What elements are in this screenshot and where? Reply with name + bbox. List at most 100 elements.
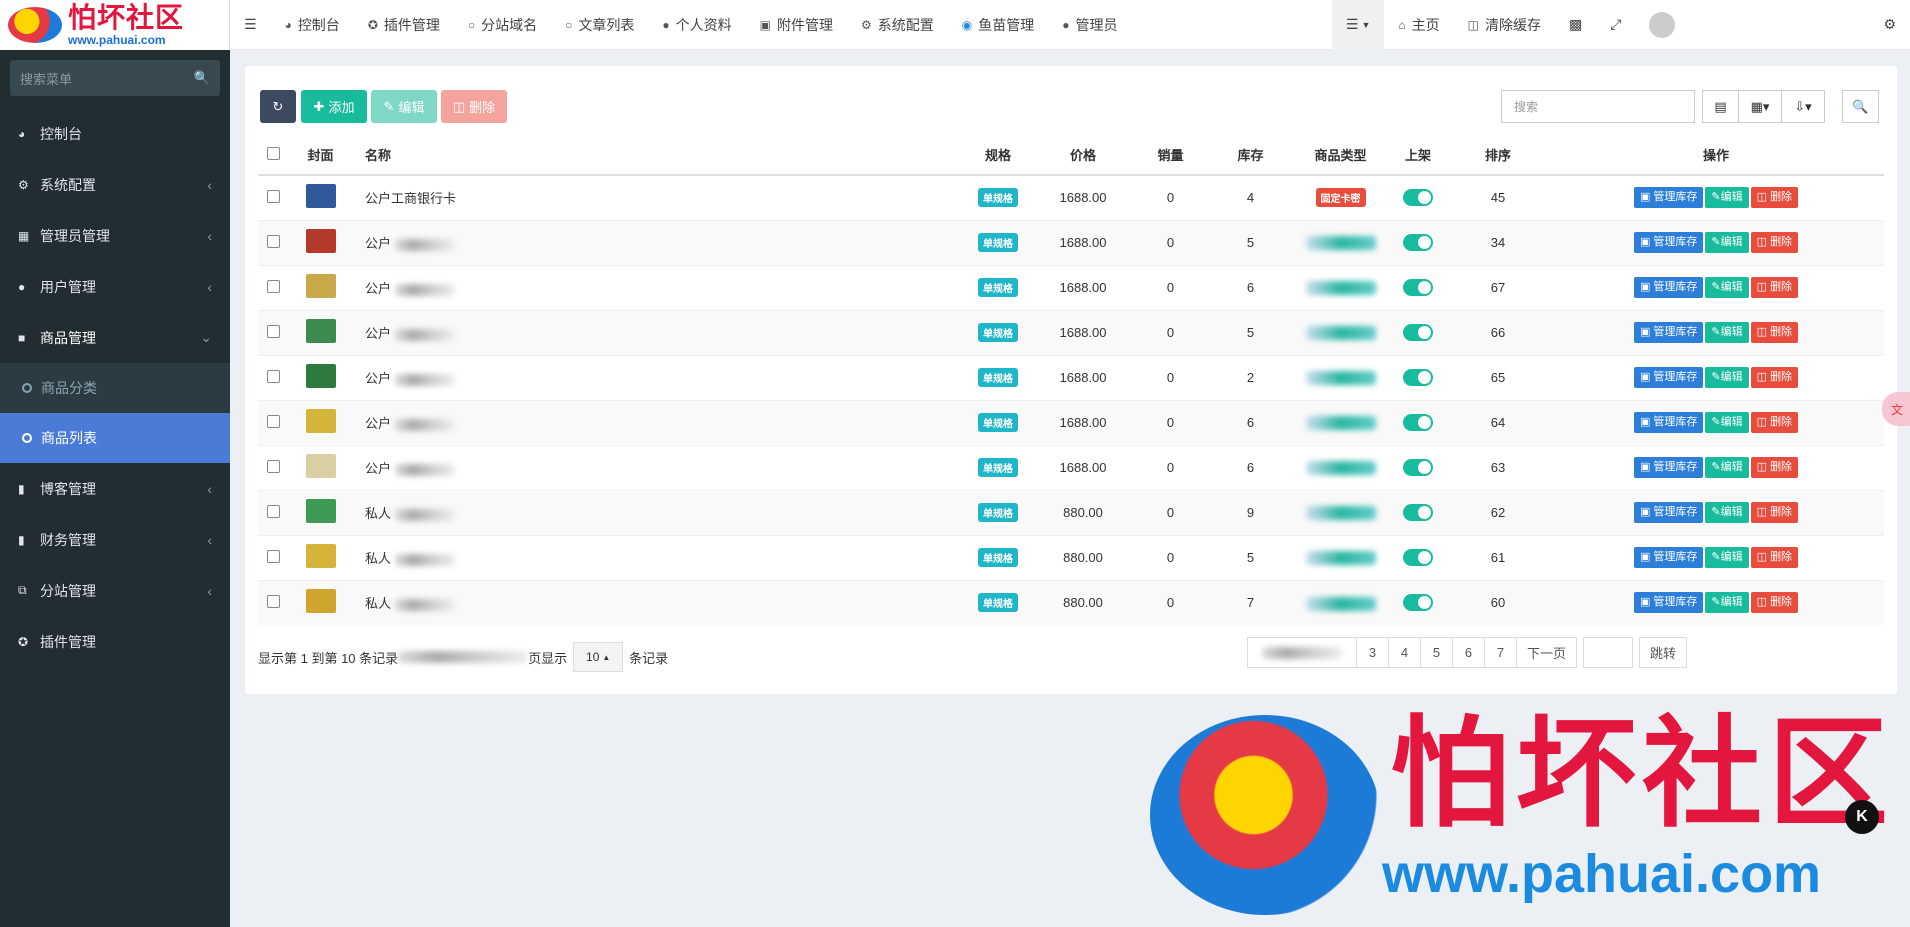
manage-stock-button[interactable]: ▣ 管理库存 <box>1633 367 1704 388</box>
row-edit-button[interactable]: ✎编辑 <box>1705 232 1749 253</box>
table-row[interactable]: 私人 单规格 880.00 0 5 61 ▣ 管理库存 ✎编辑 ◫ 删除 <box>258 534 1884 580</box>
shelf-toggle[interactable] <box>1403 549 1433 567</box>
row-delete-button[interactable]: ◫ 删除 <box>1750 367 1799 388</box>
table-row[interactable]: 公户 单规格 1688.00 0 5 34 ▣ 管理库存 ✎编辑 ◫ 删除 <box>258 219 1884 265</box>
row-checkbox[interactable] <box>266 189 280 203</box>
row-edit-button[interactable]: ✎编辑 <box>1705 277 1749 298</box>
shelf-toggle[interactable] <box>1403 459 1433 477</box>
columns-button[interactable]: ▦▾ <box>1738 90 1782 123</box>
nav-clear-cache[interactable]: ◫ 清除缓存 <box>1454 0 1555 50</box>
nav-fish[interactable]: ◉ 鱼苗管理 <box>948 0 1048 50</box>
manage-stock-button[interactable]: ▣ 管理库存 <box>1633 322 1704 343</box>
row-edit-button[interactable]: ✎编辑 <box>1705 322 1749 343</box>
nav-fullscreen[interactable]: ⤢ <box>1596 0 1635 50</box>
table-row[interactable]: 公户工商银行卡 单规格 1688.00 0 4 固定卡密 45 ▣ 管理库存 ✎编… <box>258 174 1884 220</box>
nav-home[interactable]: ⌂ 主页 <box>1384 0 1453 50</box>
sidebar-item-admin[interactable]: ▦ 管理员管理 ‹ <box>0 210 230 261</box>
row-edit-button[interactable]: ✎编辑 <box>1705 187 1749 209</box>
toggle-view-button[interactable]: ▤ <box>1702 90 1739 123</box>
manage-stock-button[interactable]: ▣ 管理库存 <box>1633 592 1704 614</box>
table-row[interactable]: 公户 单规格 1688.00 0 6 67 ▣ 管理库存 ✎编辑 ◫ 删除 <box>258 264 1884 310</box>
table-row[interactable]: 公户 单规格 1688.00 0 5 66 ▣ 管理库存 ✎编辑 ◫ 删除 <box>258 309 1884 355</box>
shelf-toggle[interactable] <box>1403 279 1433 297</box>
row-checkbox[interactable] <box>266 279 280 293</box>
cover-thumbnail[interactable] <box>305 499 336 523</box>
cover-thumbnail[interactable] <box>305 454 336 478</box>
nav-profile[interactable]: ● 个人资料 <box>648 0 745 50</box>
row-edit-button[interactable]: ✎编辑 <box>1705 502 1749 523</box>
row-checkbox[interactable] <box>266 594 280 608</box>
row-delete-button[interactable]: ◫ 删除 <box>1750 277 1799 298</box>
sidebar-toggle[interactable]: ☰ <box>230 0 271 50</box>
row-checkbox[interactable] <box>266 234 280 248</box>
sidebar-item-system-config[interactable]: ⚙ 系统配置 ‹ <box>0 159 230 210</box>
page-blurred[interactable] <box>1247 637 1357 668</box>
sidebar-item-goods-category[interactable]: 商品分类 <box>0 363 230 413</box>
row-edit-button[interactable]: ✎编辑 <box>1705 412 1749 433</box>
add-button[interactable]: ✚ 添加 <box>301 90 367 123</box>
sidebar-item-goods[interactable]: ■ 商品管理 ⌄ <box>0 312 230 363</box>
table-row[interactable]: 公户 单规格 1688.00 0 6 64 ▣ 管理库存 ✎编辑 ◫ 删除 <box>258 399 1884 445</box>
export-button[interactable]: ⇩▾ <box>1781 90 1825 123</box>
jump-page-input[interactable] <box>1583 637 1634 668</box>
nav-dashboard[interactable]: ◕ 控制台 <box>271 0 354 50</box>
cover-thumbnail[interactable] <box>305 229 336 253</box>
page-link[interactable]: 6 <box>1452 637 1485 668</box>
row-checkbox[interactable] <box>266 504 280 518</box>
next-page-link[interactable]: 下一页 <box>1516 637 1578 668</box>
nav-system-config[interactable]: ⚙ 系统配置 <box>847 0 948 50</box>
manage-stock-button[interactable]: ▣ 管理库存 <box>1633 502 1704 523</box>
nav-menu-dropdown[interactable]: ☰ ▼ <box>1331 0 1385 50</box>
shelf-toggle[interactable] <box>1403 414 1433 432</box>
sidebar-item-blog[interactable]: ▮ 博客管理 ‹ <box>0 463 230 514</box>
cover-thumbnail[interactable] <box>305 589 336 614</box>
nav-settings[interactable]: ⚙ <box>1869 0 1910 50</box>
row-edit-button[interactable]: ✎编辑 <box>1705 457 1749 478</box>
advanced-search-button[interactable]: 🔍 <box>1842 90 1879 123</box>
nav-attachments[interactable]: ▣ 附件管理 <box>746 0 847 50</box>
shelf-toggle[interactable] <box>1403 324 1433 342</box>
shelf-toggle[interactable] <box>1403 594 1433 612</box>
sidebar-item-user[interactable]: ● 用户管理 ‹ <box>0 261 230 312</box>
page-link[interactable]: 3 <box>1356 637 1389 668</box>
logo[interactable]: 怕坏社区 www.pahuai.com <box>0 0 230 50</box>
row-delete-button[interactable]: ◫ 删除 <box>1750 547 1799 568</box>
page-size-select[interactable]: 10 ▲ <box>573 642 624 672</box>
translate-float-icon[interactable]: 文 <box>1882 392 1910 426</box>
row-delete-button[interactable]: ◫ 删除 <box>1750 322 1799 343</box>
row-delete-button[interactable]: ◫ 删除 <box>1750 457 1799 478</box>
shelf-toggle[interactable] <box>1403 504 1433 522</box>
row-checkbox[interactable] <box>266 369 280 383</box>
sidebar-item-goods-list[interactable]: 商品列表 <box>0 413 230 463</box>
page-link[interactable]: 7 <box>1484 637 1517 668</box>
table-row[interactable]: 私人 单规格 880.00 0 9 62 ▣ 管理库存 ✎编辑 ◫ 删除 <box>258 489 1884 535</box>
sidebar-item-dashboard[interactable]: ◕ 控制台 <box>0 108 230 159</box>
cover-thumbnail[interactable] <box>305 544 336 568</box>
table-row[interactable]: 私人 单规格 880.00 0 7 60 ▣ 管理库存 ✎编辑 ◫ 删除 <box>258 579 1884 625</box>
nav-substation-domain[interactable]: ○ 分站域名 <box>454 0 551 50</box>
row-delete-button[interactable]: ◫ 删除 <box>1750 592 1799 614</box>
manage-stock-button[interactable]: ▣ 管理库存 <box>1633 187 1704 209</box>
row-delete-button[interactable]: ◫ 删除 <box>1750 187 1799 209</box>
delete-button[interactable]: ◫ 删除 <box>441 90 507 123</box>
cover-thumbnail[interactable] <box>305 184 336 209</box>
nav-admin[interactable]: ● 管理员 <box>1048 0 1131 50</box>
shelf-toggle[interactable] <box>1403 369 1433 387</box>
manage-stock-button[interactable]: ▣ 管理库存 <box>1633 547 1704 568</box>
row-checkbox[interactable] <box>266 324 280 338</box>
jump-button[interactable]: 跳转 <box>1639 637 1688 668</box>
edit-button[interactable]: ✎ 编辑 <box>371 90 437 123</box>
cover-thumbnail[interactable] <box>305 274 336 298</box>
row-checkbox[interactable] <box>266 459 280 473</box>
row-delete-button[interactable]: ◫ 删除 <box>1750 502 1799 523</box>
cover-thumbnail[interactable] <box>305 409 336 433</box>
avatar[interactable] <box>1649 11 1676 38</box>
sidebar-item-plugin[interactable]: ✪ 插件管理 <box>0 616 230 667</box>
page-link[interactable]: 5 <box>1420 637 1453 668</box>
manage-stock-button[interactable]: ▣ 管理库存 <box>1633 457 1704 478</box>
refresh-button[interactable]: ↻ <box>260 90 296 123</box>
manage-stock-button[interactable]: ▣ 管理库存 <box>1633 277 1704 298</box>
nav-language[interactable]: ▩ <box>1555 0 1596 50</box>
nav-articles[interactable]: ○ 文章列表 <box>551 0 648 50</box>
page-link[interactable]: 4 <box>1388 637 1421 668</box>
